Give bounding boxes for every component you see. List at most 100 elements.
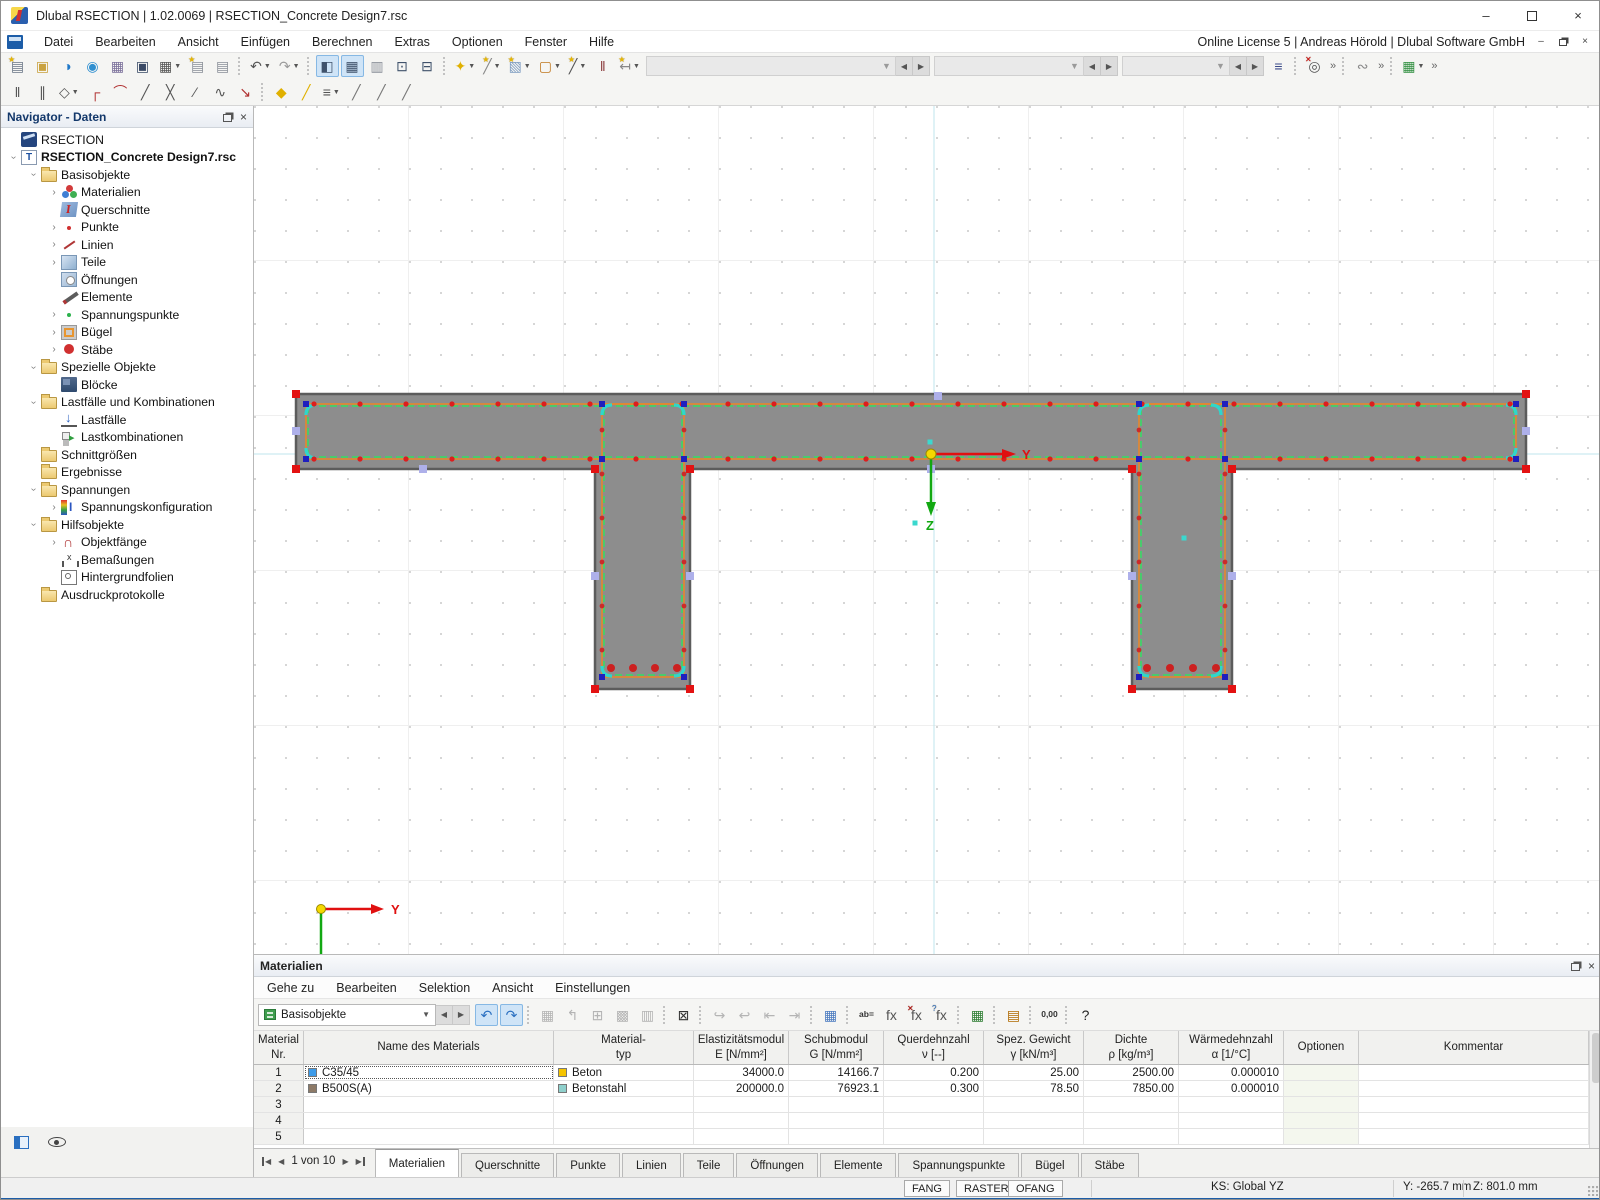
tree-item-blocke[interactable]: Blöcke [1, 376, 253, 394]
next-page-button[interactable]: ▶ [342, 1157, 348, 1166]
materials-menu-ansicht[interactable]: Ansicht [481, 977, 544, 999]
fx-clear-button[interactable]: fx✕ [905, 1004, 928, 1026]
cell-kommentar[interactable] [1359, 1097, 1589, 1112]
combo-prev-button[interactable]: ◀ [896, 56, 913, 76]
cell-typ[interactable] [554, 1097, 694, 1112]
cell-e[interactable] [694, 1113, 789, 1128]
snap-toggle-ofang[interactable]: OFANG [1008, 1180, 1063, 1197]
new-model-button[interactable]: ▤★ [6, 55, 29, 77]
combo-prev-button[interactable]: ◀ [1230, 56, 1247, 76]
cell-kommentar[interactable] [1359, 1081, 1589, 1096]
table-parts-button[interactable]: ▥ [636, 1004, 659, 1026]
navigator-close-button[interactable]: × [240, 111, 247, 123]
table-prev-button[interactable]: ◀ [436, 1005, 453, 1025]
table-redo-button[interactable]: ↷ [500, 1004, 523, 1026]
line-cross-button[interactable]: ╳ [159, 81, 182, 103]
new-point-button[interactable]: ✦▼ [452, 55, 479, 77]
cell-nu[interactable]: 0.300 [884, 1081, 984, 1096]
combo-next-button[interactable]: ▶ [1101, 56, 1118, 76]
tab-linien[interactable]: Linien [622, 1153, 681, 1177]
materials-menu-gehe-zu[interactable]: Gehe zu [256, 977, 325, 999]
tab-materialien[interactable]: Materialien [375, 1149, 459, 1177]
first-page-button[interactable]: ◀ [262, 1157, 271, 1166]
cell-g[interactable]: 76923.1 [789, 1081, 884, 1096]
dlubal-models-icon[interactable]: ◉ [81, 55, 104, 77]
element-point-button[interactable]: ◆ [270, 81, 293, 103]
element-hatch-button-2[interactable]: ╱ [370, 81, 393, 103]
cell-name[interactable] [304, 1097, 554, 1112]
line-trim-button[interactable]: ╱ [134, 81, 157, 103]
close-button[interactable]: × [1555, 1, 1600, 31]
toolbar-combobox[interactable]: ▼◀▶ [934, 56, 1118, 76]
cell-typ[interactable] [554, 1129, 694, 1144]
cell-kommentar[interactable] [1359, 1129, 1589, 1144]
element-hatch-button-1[interactable]: ╱ [345, 81, 368, 103]
visibility-button[interactable] [45, 1131, 69, 1153]
toolbar-combobox-field[interactable]: ▼ [934, 56, 1084, 76]
tree-item-offnungen[interactable]: Öffnungen [1, 271, 253, 289]
cell-nr[interactable]: 2 [254, 1081, 304, 1096]
cell-e[interactable] [694, 1129, 789, 1144]
tree-expander-icon[interactable]: › [27, 484, 41, 495]
maximize-button[interactable] [1509, 1, 1555, 31]
cell-gamma[interactable] [984, 1113, 1084, 1128]
cell-nu[interactable] [884, 1129, 984, 1144]
cell-optionen[interactable] [1284, 1097, 1359, 1112]
table-add-button[interactable]: ⊞ [586, 1004, 609, 1026]
cell-nr[interactable]: 3 [254, 1097, 304, 1112]
toolbar-combobox[interactable]: ▼◀▶ [1122, 56, 1264, 76]
calculation-button[interactable]: ≡ [1267, 55, 1290, 77]
cell-nr[interactable]: 1 [254, 1065, 304, 1080]
toolbar-overflow-chevron[interactable]: » [1330, 60, 1336, 72]
cell-alpha[interactable] [1179, 1113, 1284, 1128]
cell-name[interactable]: C35/45 [304, 1065, 554, 1080]
row-insert-button[interactable]: ⇤ [758, 1004, 781, 1026]
drawing-canvas[interactable]: Y Z Y Z [254, 106, 1600, 954]
stirrup-library-button[interactable]: ‖ [591, 55, 614, 77]
tree-expander-icon[interactable]: › [27, 519, 41, 530]
open-file-button[interactable]: ▣ [31, 55, 54, 77]
tree-item-spannungen[interactable]: ›Spannungen [1, 481, 253, 499]
table-undo-button[interactable]: ↶ [475, 1004, 498, 1026]
cell-e[interactable] [694, 1097, 789, 1112]
tree-item-teile[interactable]: ›Teile [1, 254, 253, 272]
cell-kommentar[interactable] [1359, 1065, 1589, 1080]
tree-item-hilfsobjekte[interactable]: ›Hilfsobjekte [1, 516, 253, 534]
table-group-combo[interactable]: Basisobjekte ▼ ◀ ▶ [258, 1004, 470, 1026]
arc-three-points-button[interactable]: ↘ [234, 81, 257, 103]
menu-item-hilfe[interactable]: Hilfe [578, 31, 625, 53]
row-delete-button[interactable]: ↩ [733, 1004, 756, 1026]
redo-button[interactable]: ↷▼ [276, 55, 303, 77]
prev-page-button[interactable]: ◀ [278, 1157, 284, 1166]
mdi-restore-button[interactable] [1553, 34, 1573, 50]
menu-item-fenster[interactable]: Fenster [514, 31, 578, 53]
cell-g[interactable] [789, 1129, 884, 1144]
tree-item-bemassungen[interactable]: Bemaßungen [1, 551, 253, 569]
menu-item-berechnen[interactable]: Berechnen [301, 31, 383, 53]
menu-item-optionen[interactable]: Optionen [441, 31, 514, 53]
line-two-points-button[interactable]: ‖ [6, 81, 29, 103]
toolbar-overflow-chevron[interactable]: » [1431, 60, 1437, 72]
tree-item-rsection[interactable]: RSECTION [1, 131, 253, 149]
tree-item-lastfalle[interactable]: Lastfälle [1, 411, 253, 429]
cell-g[interactable] [789, 1113, 884, 1128]
snap-toggle-fang[interactable]: FANG [904, 1180, 950, 1197]
tree-item-basisobjekte[interactable]: ›Basisobjekte [1, 166, 253, 184]
tree-expander-icon[interactable]: › [27, 397, 41, 408]
cell-typ[interactable] [554, 1113, 694, 1128]
cell-name[interactable]: B500S(A) [304, 1081, 554, 1096]
table-settings-button[interactable]: ▦ [819, 1004, 842, 1026]
cell-gamma[interactable]: 25.00 [984, 1065, 1084, 1080]
tab-elemente[interactable]: Elemente [820, 1153, 897, 1177]
tree-item-schnittgrossen[interactable]: Schnittgrößen [1, 446, 253, 464]
cell-optionen[interactable] [1284, 1065, 1359, 1080]
tree-expander-icon[interactable]: › [47, 537, 61, 548]
navigator-float-button[interactable] [223, 114, 232, 122]
tree-item-lastfalle-und-kombinationen[interactable]: ›Lastfälle und Kombinationen [1, 394, 253, 412]
cell-nr[interactable]: 4 [254, 1113, 304, 1128]
tree-item-objektfange[interactable]: ›Objektfänge [1, 534, 253, 552]
spline-button[interactable]: ∿ [209, 81, 232, 103]
cell-gamma[interactable] [984, 1097, 1084, 1112]
cell-optionen[interactable] [1284, 1081, 1359, 1096]
tree-item-bugel[interactable]: ›Bügel [1, 324, 253, 342]
